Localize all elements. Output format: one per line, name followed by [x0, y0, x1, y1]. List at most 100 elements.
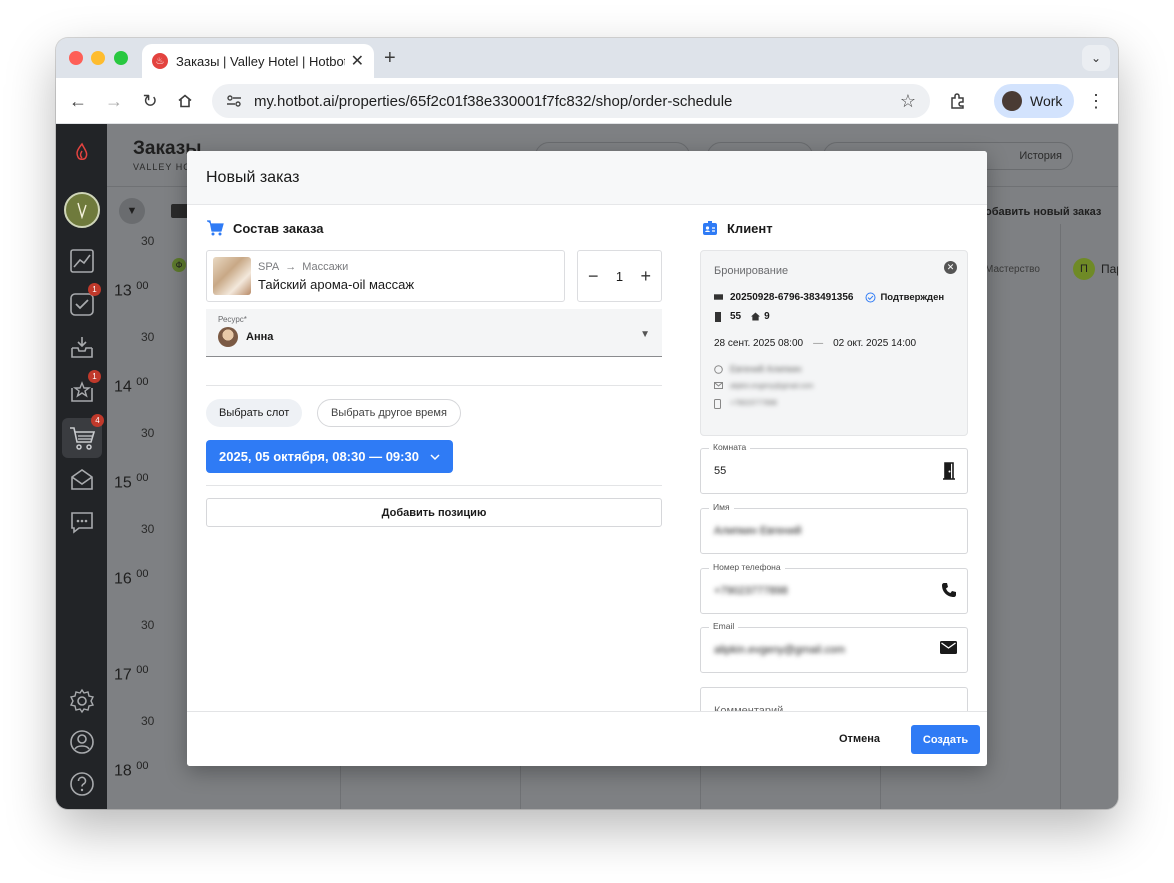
room-field-label: Комната: [709, 442, 751, 452]
property-avatar[interactable]: [64, 192, 100, 228]
column-initial-avatar: П: [1073, 258, 1095, 280]
create-button[interactable]: Создать: [911, 725, 980, 754]
inbox-icon[interactable]: [65, 330, 99, 364]
booking-date-from: 28 сент. 2025 08:00: [714, 338, 804, 349]
settings-gear-icon[interactable]: [65, 684, 99, 718]
dialog-header: Новый заказ: [187, 151, 987, 205]
booking-id: 20250928-6796-383491356: [730, 292, 854, 303]
mail-icon[interactable]: [65, 462, 99, 496]
booking-guests: 9: [764, 311, 770, 322]
resource-select[interactable]: Ресурс* Анна ▼: [206, 309, 662, 357]
choose-slot-chip[interactable]: Выбрать слот: [206, 399, 303, 427]
booking-title: Бронирование: [714, 265, 789, 277]
room-field-value: 55: [714, 465, 727, 477]
tasks-icon[interactable]: 1: [65, 283, 101, 321]
time-label-hour: 13 00: [114, 280, 149, 300]
site-settings-icon[interactable]: [226, 93, 242, 109]
close-tab-icon[interactable]: ✕: [351, 51, 364, 71]
name-field-label: Имя: [709, 502, 734, 512]
email-field-value: alipkin.evgeny@gmail.com: [714, 644, 846, 656]
column-initial-badge: Ф: [172, 258, 186, 272]
arrow-right-icon: →: [285, 260, 297, 273]
home-icon[interactable]: [173, 89, 197, 113]
section-divider: [206, 385, 662, 386]
section-divider: [206, 485, 662, 486]
resource-avatar: [218, 327, 238, 347]
time-label-hour: 17 00: [114, 664, 149, 684]
tasks-badge: 1: [88, 283, 101, 296]
item-category: SPA: [258, 260, 280, 273]
tab-search-chevron-icon[interactable]: ⌄: [1082, 45, 1110, 71]
user-profile-icon[interactable]: [65, 725, 99, 759]
time-label-hour: 15 00: [114, 472, 149, 492]
booking-card: Бронирование ✕ 20250928-6796-383491356 П…: [700, 250, 968, 436]
decrease-quantity-button[interactable]: −: [588, 267, 599, 285]
profile-avatar: [1002, 91, 1022, 111]
time-label-hour: 16 00: [114, 568, 149, 588]
close-window-button[interactable]: [69, 51, 83, 65]
guest-phone: +79023777898: [730, 400, 777, 407]
history-label: История: [1019, 150, 1062, 162]
time-label-hour: 14 00: [114, 376, 149, 396]
reviews-badge: 1: [88, 370, 101, 383]
time-label-half: 30: [141, 522, 155, 536]
tab-strip: ♨ Заказы | Valley Hotel | Hotbot ✕ + ⌄: [56, 38, 1118, 78]
dropdown-caret-icon: ▼: [640, 329, 650, 340]
address-bar[interactable]: my.hotbot.ai/properties/65f2c01f38e33000…: [212, 84, 930, 118]
new-tab-icon[interactable]: +: [384, 47, 396, 70]
shop-cart-icon[interactable]: 4: [62, 414, 104, 458]
room-field[interactable]: Комната 55: [700, 442, 968, 494]
filter-icon[interactable]: ▼: [119, 198, 145, 224]
mail-icon: [940, 641, 957, 654]
item-subcategory: Массажи: [302, 260, 349, 273]
chat-icon[interactable]: [65, 505, 99, 539]
service-thumbnail: [213, 257, 251, 295]
reviews-icon[interactable]: 1: [65, 370, 101, 408]
increase-quantity-button[interactable]: +: [640, 267, 651, 285]
item-name: Тайский арома-oil массаж: [258, 276, 415, 292]
hotbot-favicon-icon: ♨: [152, 53, 168, 69]
bookmark-star-icon[interactable]: ☆: [900, 91, 916, 112]
resource-value: Анна: [246, 331, 274, 343]
shop-badge: 4: [91, 414, 104, 427]
time-label-hour: 18 00: [114, 760, 149, 780]
browser-menu-icon[interactable]: ⋮: [1084, 89, 1108, 113]
analytics-icon[interactable]: [65, 244, 99, 278]
hotbot-logo-icon[interactable]: [65, 136, 99, 170]
phone-field[interactable]: Номер телефона +79023777898: [700, 562, 968, 614]
back-icon[interactable]: ←: [66, 89, 90, 113]
order-section-title: Состав заказа: [206, 220, 324, 236]
ticket-icon: [714, 293, 723, 302]
reload-icon[interactable]: ↻: [138, 89, 162, 113]
door-icon: [941, 462, 957, 480]
dialog-title: Новый заказ: [206, 168, 300, 186]
door-icon: [714, 312, 723, 322]
cancel-button[interactable]: Отмена: [839, 733, 880, 745]
slot-select-button[interactable]: 2025, 05 октября, 08:30 — 09:30: [206, 440, 453, 473]
minimize-window-button[interactable]: [91, 51, 105, 65]
email-field-label: Email: [709, 621, 739, 631]
client-badge-icon: [702, 220, 718, 236]
email-field[interactable]: Email alipkin.evgeny@gmail.com: [700, 621, 968, 673]
extensions-icon[interactable]: [946, 89, 970, 113]
help-icon[interactable]: [65, 767, 99, 801]
phone-field-value: +79023777898: [714, 585, 788, 597]
profile-button[interactable]: Work: [994, 84, 1074, 118]
remove-booking-icon[interactable]: ✕: [944, 261, 957, 274]
client-section-title: Клиент: [702, 220, 773, 236]
choose-other-time-chip[interactable]: Выбрать другое время: [317, 399, 461, 427]
booking-date-to: 02 окт. 2025 14:00: [833, 338, 917, 349]
time-label-half: 30: [141, 426, 155, 440]
browser-tab[interactable]: ♨ Заказы | Valley Hotel | Hotbot ✕: [142, 44, 374, 78]
order-item-card[interactable]: SPA → Массажи Тайский арома-oil массаж: [206, 250, 565, 302]
cart-icon: [206, 220, 224, 236]
slot-value: 2025, 05 октября, 08:30 — 09:30: [219, 449, 419, 464]
add-position-button[interactable]: Добавить позицию: [206, 498, 662, 527]
maximize-window-button[interactable]: [114, 51, 128, 65]
time-label-half: 30: [141, 714, 155, 728]
add-order-link[interactable]: обавить новый заказ: [985, 206, 1101, 218]
quantity-stepper: − 1 +: [577, 250, 662, 302]
forward-icon[interactable]: →: [102, 89, 126, 113]
guest-email: alipkin.evgeny@gmail.com: [730, 383, 814, 390]
name-field[interactable]: Имя Алипкин Евгений: [700, 502, 968, 554]
